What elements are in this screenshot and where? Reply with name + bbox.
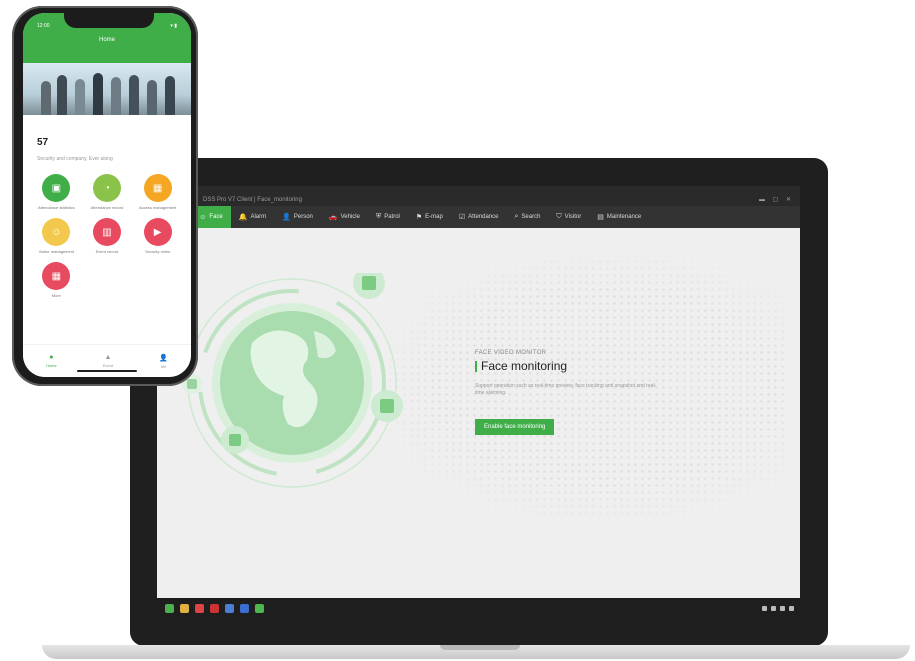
menu-item-label: Vehicle xyxy=(340,214,360,220)
menu-item-attendance[interactable]: ☑ Attendance xyxy=(451,206,507,228)
phone-tab-label: Home xyxy=(46,363,57,368)
attendance-app-icon: ▣ xyxy=(42,174,71,202)
app-blue-icon[interactable] xyxy=(240,603,249,613)
wechat-icon[interactable] xyxy=(255,603,264,613)
laptop-notch xyxy=(440,645,520,650)
menu-item-label: Maintenance xyxy=(606,214,642,220)
menu-item-label: Alarm xyxy=(250,214,267,220)
app-globe-icon[interactable] xyxy=(225,603,234,613)
menu-item-label: Search xyxy=(521,214,541,220)
visitor-icon: ⛉ xyxy=(556,213,562,220)
map-icon: ⚑ xyxy=(415,214,423,221)
phone-app-security-video[interactable]: ▶ Security video xyxy=(132,218,183,254)
section-eyebrow: FACE VIDEO MONITOR xyxy=(475,350,547,356)
system-tray[interactable] xyxy=(762,605,794,611)
profile-icon: 👤 xyxy=(159,354,168,362)
home-indicator xyxy=(77,370,137,372)
page-title-text: Face monitoring xyxy=(481,359,568,373)
bell-icon: 🔔 xyxy=(238,214,248,221)
video-app-icon: ▶ xyxy=(143,218,172,246)
menu-item-person[interactable]: 👤 Person xyxy=(274,206,321,228)
main-menubar: Video☺Face🔔Alarm👤Person🚗Vehicle⛨Patrol⚑E… xyxy=(157,206,800,228)
search-icon: ⌕ xyxy=(514,213,519,220)
home-icon: ● xyxy=(49,354,54,361)
phone-notch xyxy=(64,12,154,28)
phone-app-access-management[interactable]: ▦ Access management xyxy=(132,174,183,210)
status-indicators: ▾ ▮ xyxy=(170,23,177,29)
phone-app-label: Access management xyxy=(138,205,177,210)
visitor-app-icon: ☺ xyxy=(42,218,71,246)
window-title: DSS Pro V7 Client | Face_monitoring xyxy=(203,197,302,203)
more-app-icon: ▦ xyxy=(42,262,71,290)
window-controls[interactable]: ▬ ▢ ✕ xyxy=(759,196,794,203)
chrome-icon[interactable] xyxy=(195,603,204,613)
maintenance-icon: ▤ xyxy=(597,214,604,221)
menu-item-label: Attendance xyxy=(468,214,499,220)
phone-app-event-record[interactable]: ▥ Event record xyxy=(82,218,133,254)
person-icon: 👤 xyxy=(282,214,291,221)
start-icon[interactable] xyxy=(165,603,174,613)
phone-app-attendance-statistics[interactable]: ▣ Attendance statistics xyxy=(31,174,82,210)
phone-banner-image xyxy=(23,63,191,115)
page-description: Support operation such as real-time prev… xyxy=(475,383,657,396)
menu-item-maintenance[interactable]: ▤ Maintenance xyxy=(589,206,649,228)
menu-item-label: Visitor xyxy=(564,214,582,220)
menu-item-patrol[interactable]: ⛨ Patrol xyxy=(368,206,408,228)
phone-app-grid: ▣ Attendance statistics ◔ Attendance record… xyxy=(23,162,191,298)
menu-item-label: Patrol xyxy=(384,214,400,220)
windows-taskbar xyxy=(157,598,800,618)
globe-graphic xyxy=(182,267,403,488)
event-tab-icon: ▲ xyxy=(104,354,112,361)
patrol-icon: ⛨ xyxy=(375,213,382,220)
face-monitoring-panel: FACE VIDEO MONITOR Face monitoring Suppo… xyxy=(475,350,665,435)
record-app-icon: ◔ xyxy=(92,174,121,202)
phone-app-more[interactable]: ▦ More xyxy=(31,262,82,298)
status-time: 12:00 xyxy=(37,23,50,29)
enable-face-monitoring-button[interactable]: Enable face monitoring xyxy=(475,419,555,435)
menu-item-label: Face xyxy=(209,214,223,220)
access-app-icon: ▦ xyxy=(143,174,172,202)
attendance-icon: ☑ xyxy=(458,214,466,221)
laptop-screen: DSS Pro V7 Client | Face_monitoring ▬ ▢ … xyxy=(157,186,800,618)
phone-count: 57 xyxy=(37,137,49,148)
menu-item-e-map[interactable]: ⚑ E-map xyxy=(408,206,451,228)
phone-app-label: Event record xyxy=(95,249,119,254)
phone-tab-event[interactable]: ▲ Event xyxy=(103,354,113,368)
menu-item-vehicle[interactable]: 🚗 Vehicle xyxy=(321,206,368,228)
phone-tab-home[interactable]: ● Home xyxy=(46,354,57,368)
globe-illustration xyxy=(182,267,432,498)
phone-app-label: More xyxy=(51,293,61,298)
window-titlebar: DSS Pro V7 Client | Face_monitoring ▬ ▢ … xyxy=(157,186,800,206)
phone-app-label: Attendance record xyxy=(90,205,124,210)
car-icon: 🚗 xyxy=(328,214,338,221)
title-accent-bar xyxy=(475,360,477,372)
explorer-icon[interactable] xyxy=(180,603,189,613)
phone-app-label: Attendance statistics xyxy=(37,205,75,210)
phone-app-label: Security video xyxy=(145,249,171,254)
menu-item-alarm[interactable]: 🔔 Alarm xyxy=(231,206,274,228)
menu-item-label: Person xyxy=(293,214,313,220)
menu-item-visitor[interactable]: ⛉ Visitor xyxy=(548,206,589,228)
phone-tab-label: Me xyxy=(160,363,167,369)
menu-item-label: E-map xyxy=(425,214,443,220)
phone-app-visitor-management[interactable]: ☺ Visitor management xyxy=(31,218,82,254)
phone-bottom-nav: ● Home ▲ Event 👤 Me xyxy=(23,344,191,377)
phone-app-attendance-record[interactable]: ◔ Attendance record xyxy=(82,174,133,210)
phone-screen: 12:00 ▾ ▮ Home 57 Security and company, … xyxy=(23,13,191,377)
event-app-icon: ▥ xyxy=(92,218,121,246)
face-icon: ☺ xyxy=(199,213,207,221)
phone-page-title: Home xyxy=(98,37,115,43)
page-title: Face monitoring xyxy=(475,359,665,373)
phone-app-label: Visitor management xyxy=(38,249,75,254)
menu-item-search[interactable]: ⌕ Search xyxy=(506,206,548,228)
app-red-icon[interactable] xyxy=(210,603,219,613)
face-monitor-page: FACE VIDEO MONITOR Face monitoring Suppo… xyxy=(157,228,800,598)
phone-tab-label: Event xyxy=(102,363,114,368)
phone-tab-me[interactable]: 👤 Me xyxy=(159,354,168,369)
